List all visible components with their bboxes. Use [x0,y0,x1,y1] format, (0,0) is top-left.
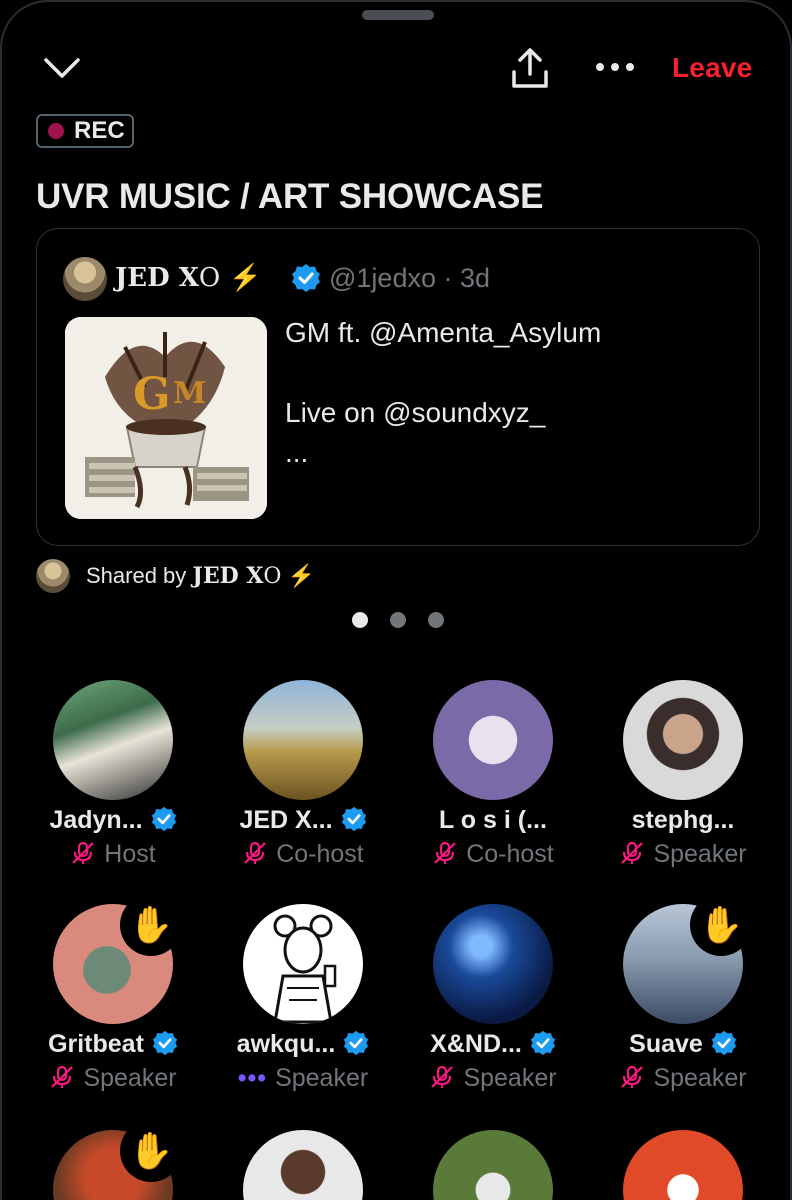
mic-muted-icon [49,1064,83,1092]
share-icon[interactable] [508,46,552,90]
participant-name: L o s i (... [439,806,547,834]
participant-tile[interactable] [398,1128,588,1200]
sharer-name: JED XO [192,563,282,589]
sharer-avatar[interactable] [36,559,70,593]
carousel-pagination[interactable] [352,612,444,628]
mic-muted-icon [70,840,104,868]
svg-text:G: G [133,369,171,420]
post-handle-time: @1jedxo · 3d [329,263,490,293]
post-artwork-image[interactable]: G M [65,317,267,519]
pinned-post-card[interactable]: JED XO ⚡ @1jedxo · 3d G M GM ft. @Amenta… [36,228,760,546]
post-line: GM ft. @Amenta_Asylum [285,317,602,348]
record-dot-icon [48,123,64,139]
participant-name: Suave [588,1030,778,1059]
participant-name: Jadyn... [18,806,208,835]
verified-badge-icon [522,1030,556,1058]
space-title: UVR MUSIC / ART SHOWCASE [36,177,544,216]
participant-role: Speaker [18,1064,208,1093]
participant-role: ••• Speaker [237,1064,369,1092]
artwork-illustration: G M [65,317,267,519]
participant-tile[interactable]: ✋ [18,1120,208,1200]
participant-role: Speaker [398,1064,588,1093]
lightning-emoji: ⚡ [287,563,315,588]
participant-avatar[interactable] [433,904,553,1024]
raised-hand-icon: ✋ [690,894,752,956]
svg-text:M: M [173,376,206,411]
verified-badge-icon [335,1030,369,1058]
speaking-indicator-icon: ••• [237,1064,268,1092]
page-dot[interactable] [352,612,368,628]
recording-label: REC [74,117,125,144]
leave-button[interactable]: Leave [672,52,752,84]
post-author-avatar[interactable] [63,257,107,301]
participant-avatar[interactable] [623,1130,743,1200]
participant-tile[interactable]: X&ND... Speaker [398,902,588,1112]
verified-badge-icon [333,806,367,834]
participant-name: JED X... [208,806,398,835]
space-sheet: Leave REC UVR MUSIC / ART SHOWCASE JED X… [0,0,792,1200]
chevron-down-icon[interactable] [40,50,84,86]
mic-muted-icon [429,1064,463,1092]
post-line: Live on @soundxyz_ [285,397,546,428]
raised-hand-icon: ✋ [120,894,182,956]
top-bar: Leave [2,44,790,94]
mic-muted-icon [619,1064,653,1092]
participant-tile[interactable] [208,1128,398,1200]
participant-tile[interactable]: ✋ Gritbeat Speaker [18,894,208,1112]
post-line [285,353,601,393]
post-text: GM ft. @Amenta_Asylum Live on @soundxyz_… [285,313,601,473]
verified-badge-icon [292,264,320,292]
participant-role: Co-host [208,840,398,869]
raised-hand-icon: ✋ [120,1120,182,1182]
participant-role: Speaker [588,840,778,869]
post-author-name[interactable]: JED XO ⚡ [115,263,262,293]
page-dot[interactable] [390,612,406,628]
participant-role: Host [18,840,208,869]
recording-badge: REC [36,114,134,148]
participant-avatar[interactable] [243,680,363,800]
participant-tile[interactable]: L o s i (... Co-host [398,678,588,888]
mic-muted-icon [619,840,653,868]
shared-by-text: Shared by JED XO ⚡ [86,563,315,589]
participant-role: Co-host [398,840,588,869]
participant-tile[interactable] [588,1128,778,1200]
participant-name: Gritbeat [18,1030,208,1059]
participant-role: Speaker [588,1064,778,1093]
participant-name: X&ND... [398,1030,588,1059]
verified-badge-icon [144,1030,178,1058]
post-line: ... [285,437,309,468]
participant-avatar[interactable] [243,1130,363,1200]
mic-muted-icon [242,840,276,868]
participant-tile[interactable]: awkqu... ••• Speaker [208,902,398,1112]
participant-avatar[interactable] [53,680,173,800]
participant-avatar[interactable] [433,680,553,800]
sheet-grabber[interactable] [362,10,434,20]
participant-avatar[interactable] [433,1130,553,1200]
page-dot[interactable] [428,612,444,628]
participant-tile[interactable]: stephg... Speaker [588,678,778,888]
participant-avatar[interactable] [623,680,743,800]
verified-badge-icon [703,1030,737,1058]
participant-avatar[interactable] [243,904,363,1024]
participant-name: stephg... [631,806,735,834]
verified-badge-icon [143,806,177,834]
lightning-emoji: ⚡ [229,263,262,293]
mic-muted-icon [432,840,466,868]
shared-by-row[interactable]: Shared by JED XO ⚡ [36,558,315,594]
participant-tile[interactable]: ✋ Suave Speaker [588,894,778,1112]
more-options-icon[interactable] [590,52,640,82]
participant-name: awkqu... [208,1030,398,1059]
participant-tile[interactable]: Jadyn... Host [18,678,208,888]
participant-tile[interactable]: JED X... Co-host [208,678,398,888]
